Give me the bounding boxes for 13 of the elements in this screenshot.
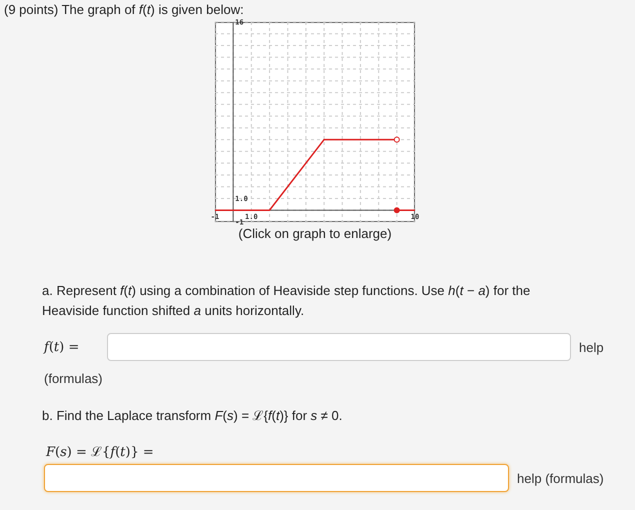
answer-label: F(s) = ℒ{f(t)} = — [46, 444, 155, 460]
graph-caption: (Click on graph to enlarge) — [238, 226, 392, 241]
question-text: b. Find the Laplace transform F(s) = ℒ{f(t)} for s ≠ 0. — [42, 407, 344, 425]
formulas-link[interactable]: (formulas) — [44, 371, 103, 386]
answer-field[interactable] — [44, 464, 509, 492]
help-link[interactable]: help (formulas) — [517, 470, 604, 486]
closed-endpoint — [394, 207, 400, 214]
question-text: a. Represent f(t) using a combination of Heaviside step functions. Use h(t − a) for the Heaviside function shifted a units horizontally. — [42, 282, 532, 320]
question-header: (9 points) The graph of f(t) is given below: — [4, 2, 245, 18]
open-endpoint — [394, 136, 400, 143]
answer-field[interactable] — [107, 333, 571, 361]
answer-label: f(t) = — [44, 340, 80, 354]
help-link[interactable]: help — [579, 340, 604, 354]
